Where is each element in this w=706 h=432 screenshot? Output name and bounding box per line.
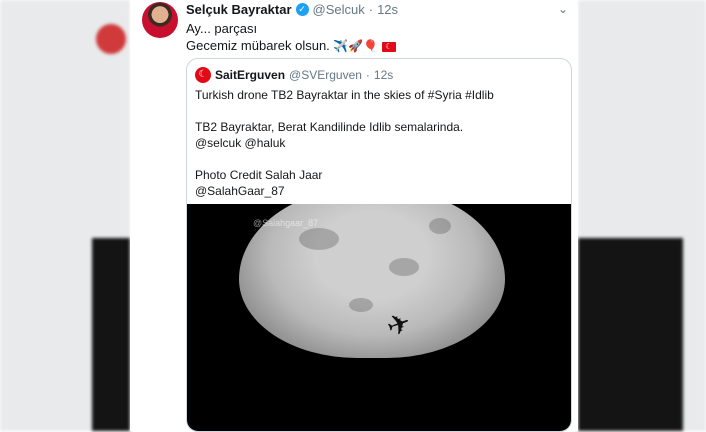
image-watermark: @Salahgaar_87: [253, 218, 319, 228]
tweet-media-image[interactable]: @Salahgaar_87 ✈: [187, 204, 571, 431]
tweet-card: Selçuk Bayraktar ✓ @Selcuk · 12s ⌄ Ay...…: [130, 0, 578, 432]
background-image: [92, 238, 130, 431]
quoted-line-4: Photo Credit Salah Jaar: [195, 168, 323, 182]
verified-badge-icon: ✓: [295, 3, 309, 16]
author-name[interactable]: Selçuk Bayraktar: [186, 2, 292, 17]
quoted-author-handle[interactable]: @SVErguven: [289, 68, 362, 82]
quoted-tweet[interactable]: ☾ SaitErguven @SVErguven · 12s Turkish d…: [186, 58, 572, 432]
quoted-line-2: TB2 Bayraktar, Berat Kandilinde Idlib se…: [195, 120, 464, 134]
turkey-flag-icon: ☾: [381, 41, 396, 52]
quoted-avatar[interactable]: ☾: [195, 67, 211, 83]
quoted-line-1: Turkish drone TB2 Bayraktar in the skies…: [195, 88, 494, 102]
background-blur-left: [0, 0, 130, 431]
avatar[interactable]: [142, 2, 178, 38]
tweet-header: Selçuk Bayraktar ✓ @Selcuk · 12s: [186, 2, 398, 17]
separator: ·: [368, 2, 374, 17]
timestamp[interactable]: 12s: [377, 2, 398, 17]
quoted-tweet-header: ☾ SaitErguven @SVErguven · 12s: [195, 67, 393, 83]
tweet-text: Ay... parçası Gecemiz mübarek olsun. ✈️🚀…: [186, 20, 396, 55]
background-blur-right: [578, 0, 706, 431]
quoted-author-name[interactable]: SaitErguven: [215, 68, 285, 82]
tweet-line-2: Gecemiz mübarek olsun. ✈️🚀🎈 ☾: [186, 37, 396, 55]
tweet-line-2-text: Gecemiz mübarek olsun.: [186, 38, 330, 53]
quoted-line-5: @SalahGaar_87: [195, 184, 285, 198]
author-handle[interactable]: @Selcuk: [313, 2, 365, 17]
background-image: [578, 238, 683, 431]
background-avatar: [96, 24, 126, 54]
chevron-down-icon[interactable]: ⌄: [558, 2, 568, 16]
quoted-tweet-text: Turkish drone TB2 Bayraktar in the skies…: [195, 87, 563, 199]
emoji-sequence: ✈️🚀🎈: [333, 39, 379, 53]
tweet-line-1: Ay... parçası: [186, 21, 258, 36]
quoted-timestamp[interactable]: 12s: [374, 68, 393, 82]
separator: ·: [365, 68, 370, 82]
quoted-line-3: @selcuk @haluk: [195, 136, 286, 150]
